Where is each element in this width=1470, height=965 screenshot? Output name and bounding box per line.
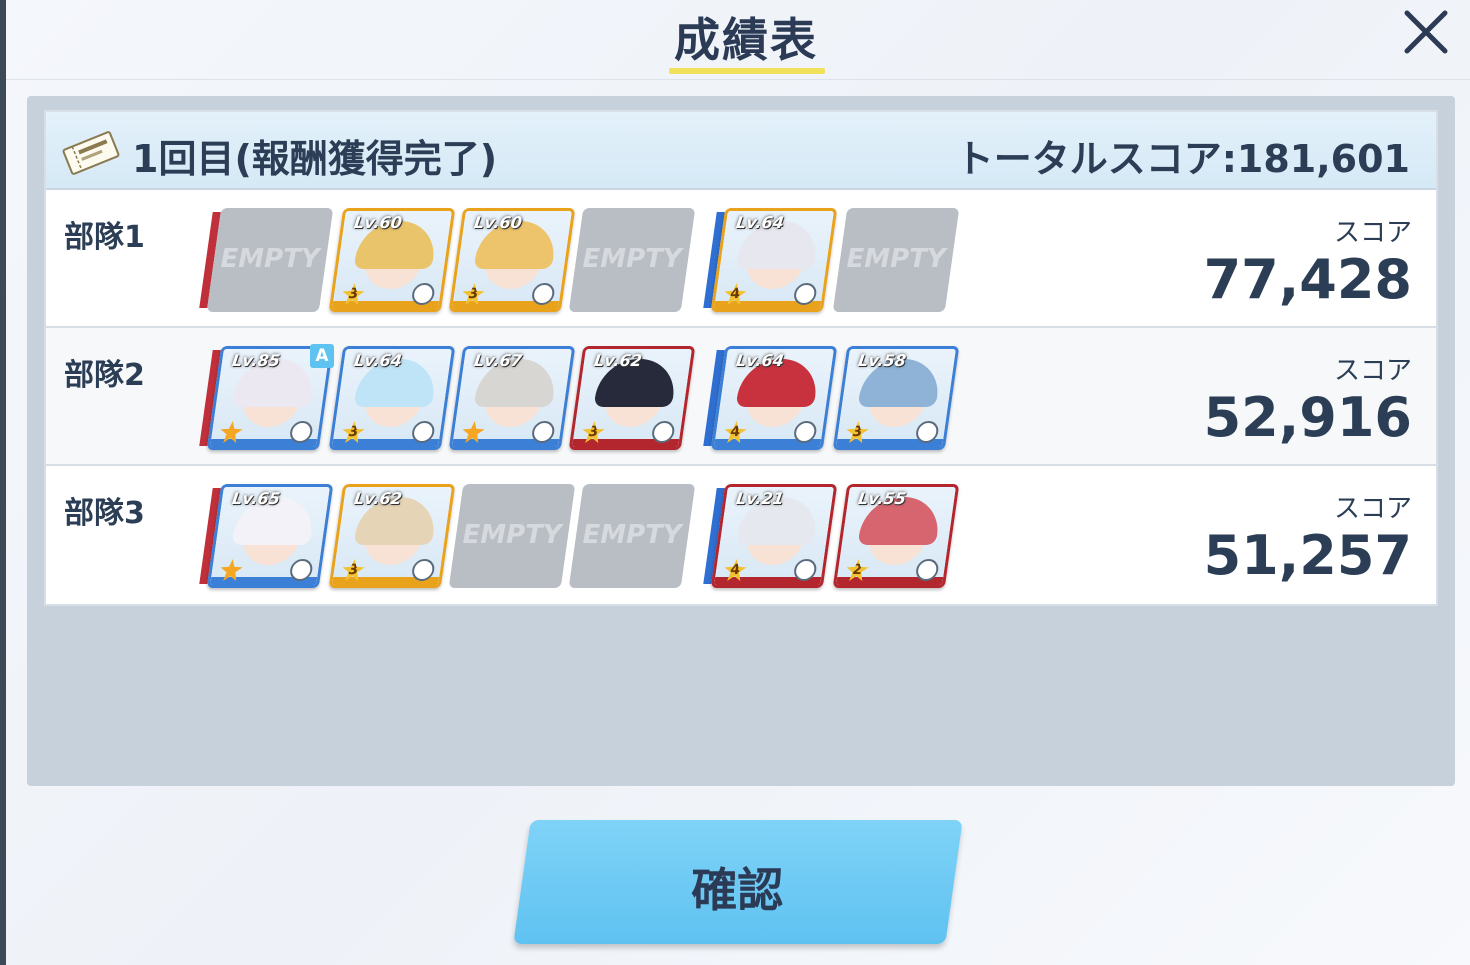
character-card[interactable]: Lv.64 4 (710, 346, 838, 450)
team-row: 部隊1 EMPTY Lv.60 3 Lv.60 3 EMPTY Lv.64 4 EMPTY スコア 7… (46, 190, 1436, 328)
level-label: Lv.62 (592, 351, 644, 370)
level-label: Lv.58 (856, 351, 908, 370)
score-label: スコア (1333, 494, 1412, 524)
empty-label: EMPTY (220, 244, 320, 274)
character-card[interactable]: Lv.62 3 (328, 484, 456, 588)
empty-slot[interactable]: EMPTY (832, 208, 960, 312)
empty-label: EMPTY (582, 244, 682, 274)
team-label: 部隊1 (64, 220, 145, 255)
level-label: Lv.60 (352, 213, 404, 232)
level-label: Lv.65 (230, 489, 282, 508)
character-card[interactable]: Lv.62 3 (568, 346, 696, 450)
round-header: 1回目(報酬獲得完了) トータルスコア:181,601 (46, 112, 1436, 190)
team-row: 部隊3 Lv.65 Lv.62 3 EMPTY EMPTY Lv.21 4 Lv.55 2 スコア 5… (46, 466, 1436, 604)
character-card[interactable]: Lv.64 4 (710, 208, 838, 312)
score-value: 52,916 (1203, 386, 1412, 449)
level-label: Lv.64 (734, 351, 786, 370)
level-label: Lv.67 (472, 351, 524, 370)
character-card[interactable]: Lv.55 2 (832, 484, 960, 588)
close-button[interactable] (1396, 6, 1456, 58)
empty-slot[interactable]: EMPTY (568, 484, 696, 588)
empty-slot[interactable]: EMPTY (568, 208, 696, 312)
score-label: スコア (1333, 218, 1412, 248)
level-label: Lv.55 (856, 489, 908, 508)
level-label: Lv.64 (734, 213, 786, 232)
score-value: 51,257 (1203, 524, 1412, 587)
character-card[interactable]: Lv.58 3 (832, 346, 960, 450)
team-label: 部隊3 (64, 496, 145, 531)
score-value: 77,428 (1203, 248, 1412, 311)
empty-label: EMPTY (462, 520, 562, 550)
team-label: 部隊2 (64, 358, 145, 393)
level-label: Lv.85 (230, 351, 282, 370)
level-label: Lv.21 (734, 489, 786, 508)
character-card[interactable]: Lv.65 (206, 484, 334, 588)
close-icon (1404, 10, 1448, 54)
empty-slot[interactable]: EMPTY (448, 484, 576, 588)
character-card[interactable]: Lv.21 4 (710, 484, 838, 588)
empty-label: EMPTY (582, 520, 682, 550)
total-score: トータルスコア:181,601 (955, 137, 1410, 181)
header: 成績表 (6, 0, 1470, 80)
results-table: 1回目(報酬獲得完了) トータルスコア:181,601 部隊1 EMPTY Lv.6… (44, 110, 1438, 606)
character-card[interactable]: Lv.64 3 (328, 346, 456, 450)
character-card[interactable]: Lv.60 3 (328, 208, 456, 312)
level-label: Lv.62 (352, 489, 404, 508)
round-label: 1回目(報酬獲得完了) (132, 137, 498, 181)
title-underline (669, 68, 825, 74)
character-card[interactable]: Lv.60 3 (448, 208, 576, 312)
character-card[interactable]: Lv.67 (448, 346, 576, 450)
ticket-icon (60, 128, 122, 182)
confirm-button[interactable]: 確認 (513, 820, 963, 944)
score-label: スコア (1333, 356, 1412, 386)
level-label: Lv.60 (472, 213, 524, 232)
empty-slot[interactable]: EMPTY (206, 208, 334, 312)
window-edge (0, 0, 6, 965)
level-label: Lv.64 (352, 351, 404, 370)
confirm-label: 確認 (691, 863, 784, 917)
team-row: 部隊2 Lv.85 A Lv.64 3 Lv.67 Lv.62 3 Lv.64 4 Lv.58 3 スコ… (46, 328, 1436, 466)
rank-badge: A (310, 344, 334, 368)
page-title: 成績表 (674, 13, 818, 67)
empty-label: EMPTY (846, 244, 946, 274)
